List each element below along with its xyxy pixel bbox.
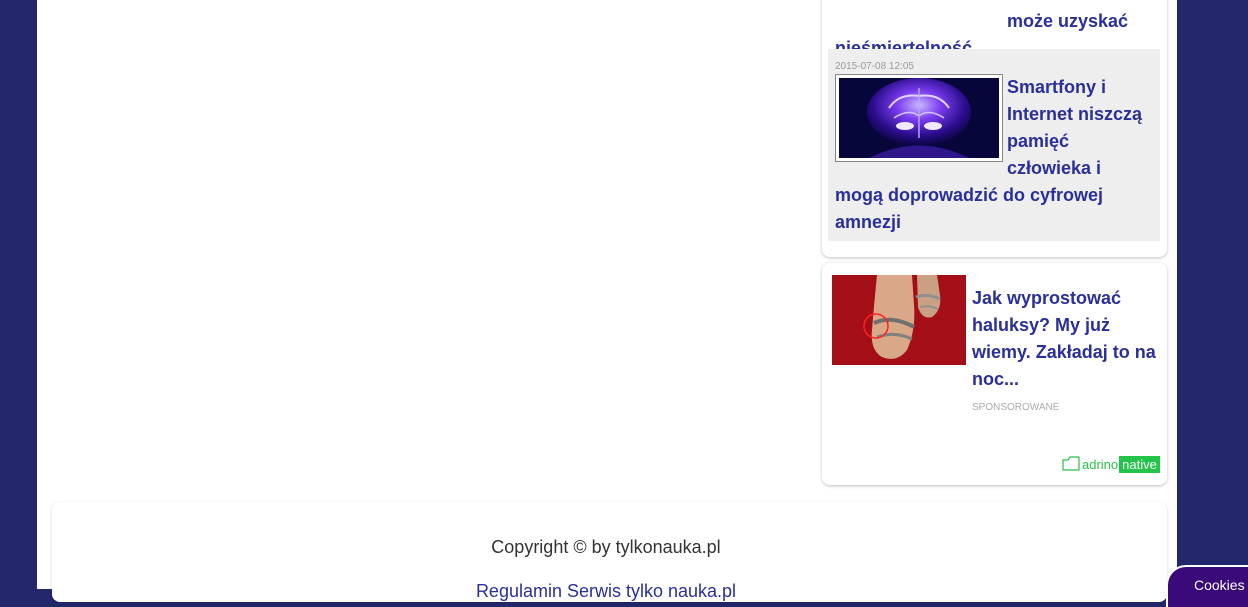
adrino-logo-icon	[1062, 456, 1080, 471]
feet-sandals-image-icon	[832, 275, 966, 365]
cookies-label[interactable]: Cookies	[1194, 577, 1245, 593]
sponsored-ad-box[interactable]: Jak wyprostować haluksy? My już wiemy. Z…	[822, 263, 1167, 485]
article-thumbnail[interactable]	[835, 74, 1003, 162]
ad-image[interactable]	[832, 275, 966, 365]
ad-title[interactable]: Jak wyprostować haluksy? My już wiemy. Z…	[972, 285, 1162, 393]
footer-links[interactable]: Regulamin Serwis tylko nauka.pl	[52, 581, 1160, 602]
cookies-button[interactable]: Cookies	[1166, 565, 1248, 607]
previous-article-title-line1[interactable]: może uzyskać	[1007, 11, 1128, 31]
footer: Copyright © by tylkonauka.pl Regulamin S…	[52, 502, 1167, 602]
ad-sponsored-label: SPONSOROWANE	[972, 402, 1060, 413]
brain-image-icon	[839, 78, 999, 158]
sidebar-articles-box: może uzyskać nieśmiertelność 2015-07-08 …	[822, 0, 1167, 257]
page-content: może uzyskać nieśmiertelność 2015-07-08 …	[37, 0, 1177, 602]
native-logo-badge: native	[1119, 455, 1160, 473]
article-card[interactable]: 2015-07-08 12:05 Smartfony i Internet ni…	[828, 49, 1160, 241]
adrino-native-logo[interactable]: adrino native	[1062, 454, 1160, 474]
article-date: 2015-07-08 12:05	[835, 61, 914, 72]
adrino-logo-text: adrino	[1082, 456, 1119, 472]
footer-copyright: Copyright © by tylkonauka.pl	[491, 537, 721, 557]
